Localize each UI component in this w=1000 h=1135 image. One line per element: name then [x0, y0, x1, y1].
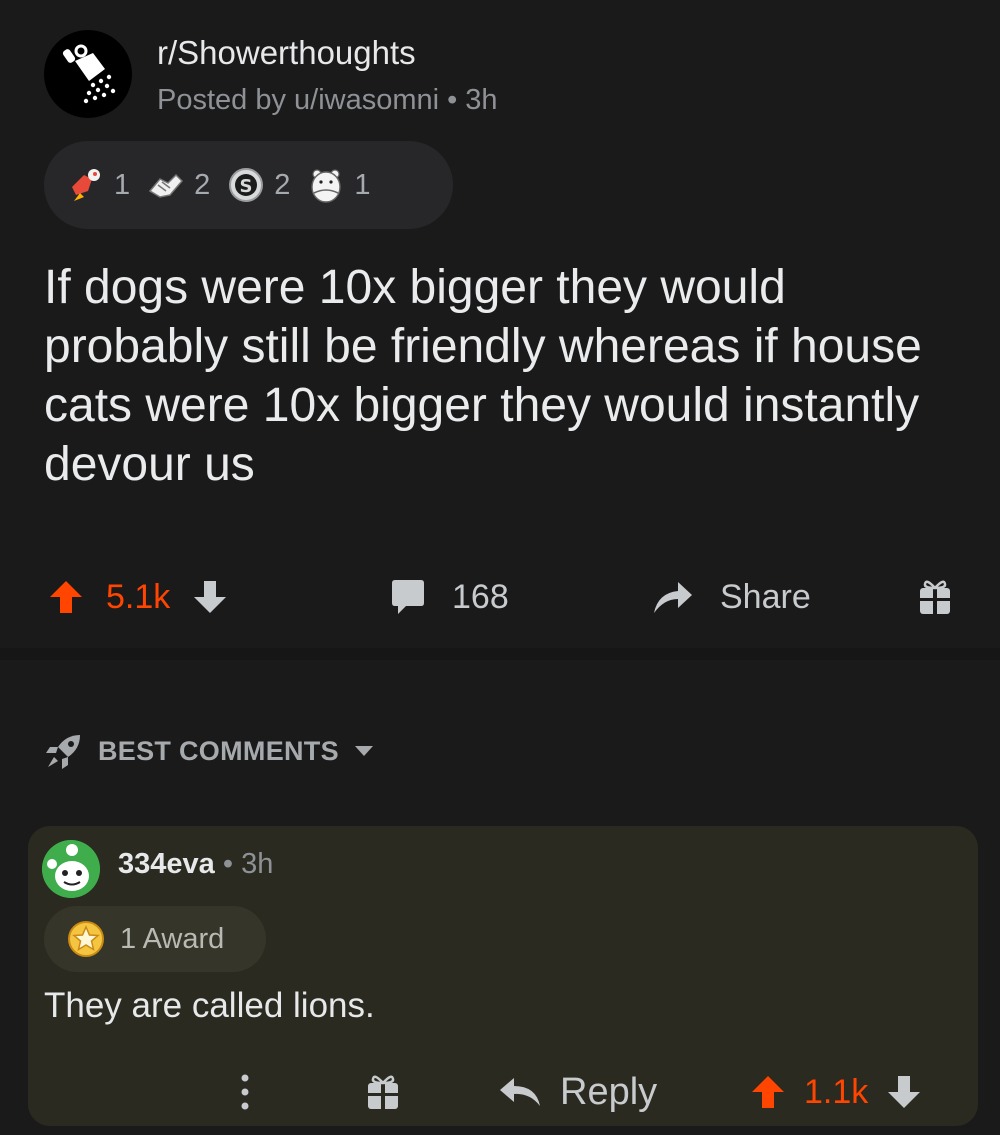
more-options-button[interactable] — [238, 1062, 252, 1122]
post-score: 5.1k — [106, 577, 171, 616]
vote-group: 5.1k — [48, 560, 228, 634]
shower-head-icon — [62, 44, 116, 104]
gift-icon — [368, 1075, 398, 1109]
award-item: S 2 — [226, 165, 290, 205]
avatar[interactable] — [42, 840, 100, 898]
comment-sort-dropdown[interactable]: BEST COMMENTS — [44, 728, 375, 774]
post-time: 3h — [465, 84, 498, 116]
comment-count: 168 — [452, 577, 509, 616]
sort-label: BEST COMMENTS — [98, 735, 339, 766]
award-label: 1 Award — [120, 922, 225, 955]
bear-hug-award-icon — [311, 169, 342, 203]
downvote-arrow-icon[interactable] — [886, 1074, 922, 1110]
downvote-arrow-icon[interactable] — [192, 579, 228, 615]
meta-separator: • — [447, 84, 458, 116]
award-count: 2 — [274, 168, 291, 201]
silver-coin-award-icon: S — [229, 168, 264, 202]
reply-button[interactable]: Reply — [498, 1062, 657, 1122]
comment-vote-group: 1.1k — [750, 1062, 922, 1122]
comment-time: 3h — [241, 848, 274, 880]
gift-icon — [920, 580, 950, 614]
awards-bar[interactable]: 1 2 S 2 1 — [44, 141, 453, 229]
share-button[interactable]: Share — [652, 560, 811, 634]
gift-award-button[interactable] — [918, 560, 952, 634]
reply-label: Reply — [560, 1070, 658, 1113]
upvote-arrow-icon[interactable] — [750, 1074, 786, 1110]
award-item: 1 — [66, 165, 130, 205]
post-author[interactable]: Posted by u/iwasomni — [157, 84, 439, 116]
svg-text:S: S — [240, 176, 253, 197]
comment-awards[interactable]: 1 Award — [44, 906, 266, 972]
post-meta: Posted by u/iwasomni • 3h — [157, 84, 498, 117]
meta-separator: • — [214, 848, 242, 880]
post-title[interactable]: If dogs were 10x bigger they would proba… — [44, 258, 944, 494]
snoo-avatar-icon — [42, 840, 100, 898]
post-actions-bar: 5.1k 168 Share — [0, 560, 1000, 634]
subreddit-avatar[interactable] — [44, 30, 132, 118]
award-item: 2 — [146, 165, 210, 205]
comment-actions-bar: Reply 1.1k — [28, 1062, 978, 1122]
handshake-award-icon — [149, 173, 184, 198]
comment-card: 334eva • 3h 1 Award They are called lion… — [28, 826, 978, 1126]
star-award-icon — [68, 921, 104, 957]
gift-award-button[interactable] — [366, 1062, 400, 1122]
share-arrow-icon — [654, 582, 692, 613]
award-count: 1 — [354, 168, 371, 201]
upvote-arrow-icon[interactable] — [48, 579, 84, 615]
chevron-down-icon — [354, 746, 373, 756]
share-label: Share — [720, 577, 811, 616]
comment-score: 1.1k — [804, 1072, 869, 1111]
comment-author[interactable]: 334eva — [118, 848, 215, 880]
section-divider — [0, 648, 1000, 660]
award-item: 1 — [306, 165, 371, 205]
reply-arrow-icon — [500, 1078, 540, 1106]
post-card: r/Showerthoughts Posted by u/iwasomni • 3h… — [0, 0, 1000, 648]
comments-button[interactable]: 168 — [388, 560, 509, 634]
vertical-dots-icon — [241, 1074, 249, 1110]
comment-body: They are called lions. — [44, 986, 375, 1025]
award-count: 2 — [194, 168, 211, 201]
comment-bubble-icon — [392, 580, 424, 614]
comment-header: 334eva • 3h — [118, 848, 273, 881]
subreddit-name[interactable]: r/Showerthoughts — [157, 34, 416, 72]
rocket-like-award-icon — [72, 169, 100, 201]
award-count: 1 — [114, 168, 131, 201]
rocket-icon — [46, 735, 80, 769]
